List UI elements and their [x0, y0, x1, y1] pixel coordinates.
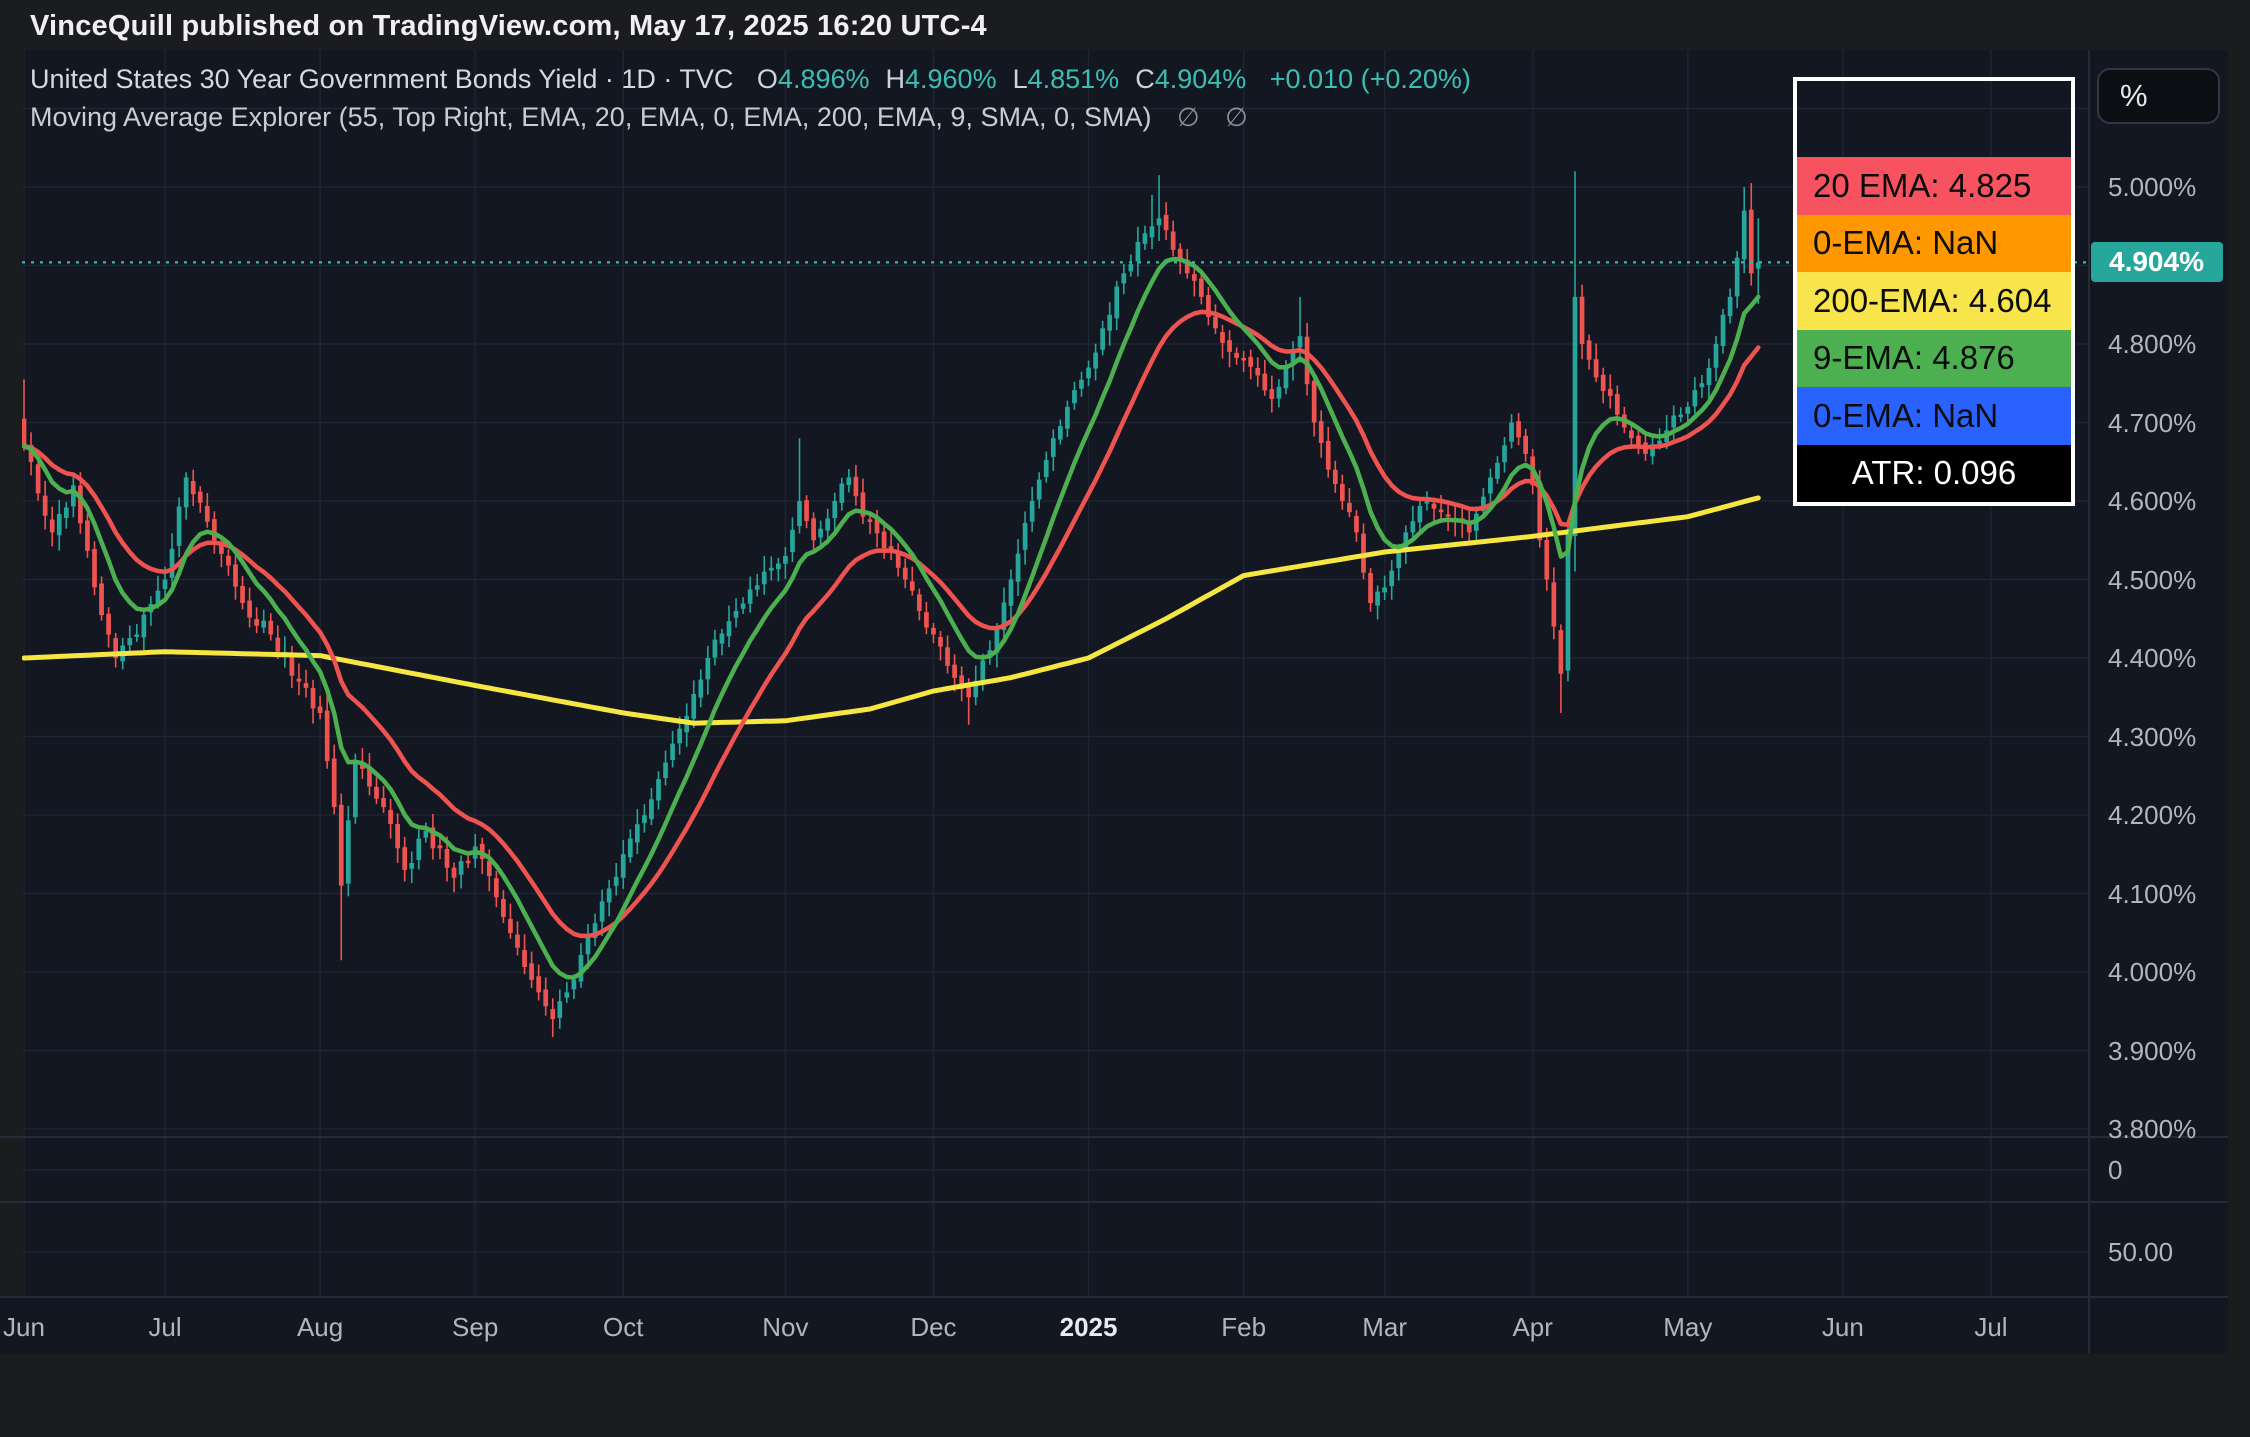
price-tick-label: 5.000%	[2108, 172, 2196, 203]
ma-explorer-legend: 20 EMA: 4.8250-EMA: NaN200-EMA: 4.6049-E…	[1793, 77, 2075, 506]
price-tick-label: 4.400%	[2108, 643, 2196, 674]
ohlc-value: 4.896%	[778, 64, 870, 94]
symbol-title: United States 30 Year Government Bonds Y…	[30, 64, 733, 94]
ohlc-letter: C	[1135, 64, 1155, 94]
price-tick-label: 4.300%	[2108, 722, 2196, 753]
ohlc-value: 4.851%	[1028, 64, 1120, 94]
indicator-title: Moving Average Explorer (55, Top Right, …	[30, 102, 1151, 132]
subpane-scale-label: 50.00	[2108, 1237, 2173, 1268]
time-tick-label: Jun	[1822, 1312, 1864, 1343]
subpane-scale-label: 0	[2108, 1155, 2122, 1186]
price-scale-unit-button[interactable]: %	[2097, 68, 2220, 124]
price-tick-label: 4.000%	[2108, 957, 2196, 988]
price-tick-label: 4.600%	[2108, 486, 2196, 517]
ohlc-letter: O	[757, 64, 778, 94]
price-tick-label: 4.500%	[2108, 565, 2196, 596]
indicator-row: Moving Average Explorer (55, Top Right, …	[30, 102, 1248, 133]
time-tick-label: Oct	[603, 1312, 643, 1343]
empty-set-icon: ∅	[1225, 102, 1248, 132]
time-tick-label: Mar	[1362, 1312, 1407, 1343]
legend-row: ATR: 0.096	[1797, 445, 2071, 503]
time-tick-label: Nov	[762, 1312, 808, 1343]
legend-row: 200-EMA: 4.604	[1797, 272, 2071, 330]
tradingview-screenshot: VinceQuill published on TradingView.com,…	[0, 0, 2250, 1437]
time-tick-label: Jul	[1974, 1312, 2007, 1343]
symbol-ohlc-row: United States 30 Year Government Bonds Y…	[30, 64, 1471, 95]
change-value: +0.010 (+0.20%)	[1270, 64, 1471, 94]
ohlc-value: 4.960%	[905, 64, 997, 94]
time-tick-label: Aug	[297, 1312, 343, 1343]
time-tick-label: Feb	[1221, 1312, 1266, 1343]
ohlc-values: O4.896% H4.960% L4.851% C4.904%	[741, 64, 1246, 94]
ohlc-value: 4.904%	[1155, 64, 1247, 94]
price-tick-label: 3.800%	[2108, 1114, 2196, 1145]
price-tick-label: 3.900%	[2108, 1036, 2196, 1067]
price-tick-label: 4.700%	[2108, 408, 2196, 439]
time-tick-label: May	[1663, 1312, 1712, 1343]
time-tick-label: Jun	[3, 1312, 45, 1343]
price-tick-label: 4.200%	[2108, 800, 2196, 831]
empty-set-icon: ∅	[1177, 102, 1200, 132]
attribution-header: VinceQuill published on TradingView.com,…	[30, 10, 987, 43]
price-tick-label: 4.100%	[2108, 879, 2196, 910]
legend-row: 0-EMA: NaN	[1797, 215, 2071, 273]
footer-bar: TradingView	[0, 1353, 2250, 1437]
time-tick-label: Sep	[452, 1312, 498, 1343]
price-tick-label: 4.800%	[2108, 329, 2196, 360]
legend-spacer	[1797, 81, 2071, 157]
ohlc-letter: L	[1013, 64, 1028, 94]
time-tick-label: Dec	[910, 1312, 956, 1343]
legend-row: 0-EMA: NaN	[1797, 387, 2071, 445]
legend-row: 9-EMA: 4.876	[1797, 330, 2071, 388]
time-tick-label: Apr	[1512, 1312, 1552, 1343]
last-price-label: 4.904%	[2091, 242, 2223, 282]
legend-row: 20 EMA: 4.825	[1797, 157, 2071, 215]
ohlc-letter: H	[886, 64, 906, 94]
time-tick-label: 2025	[1060, 1312, 1118, 1343]
percent-unit-label: %	[2120, 78, 2148, 114]
time-tick-label: Jul	[148, 1312, 181, 1343]
